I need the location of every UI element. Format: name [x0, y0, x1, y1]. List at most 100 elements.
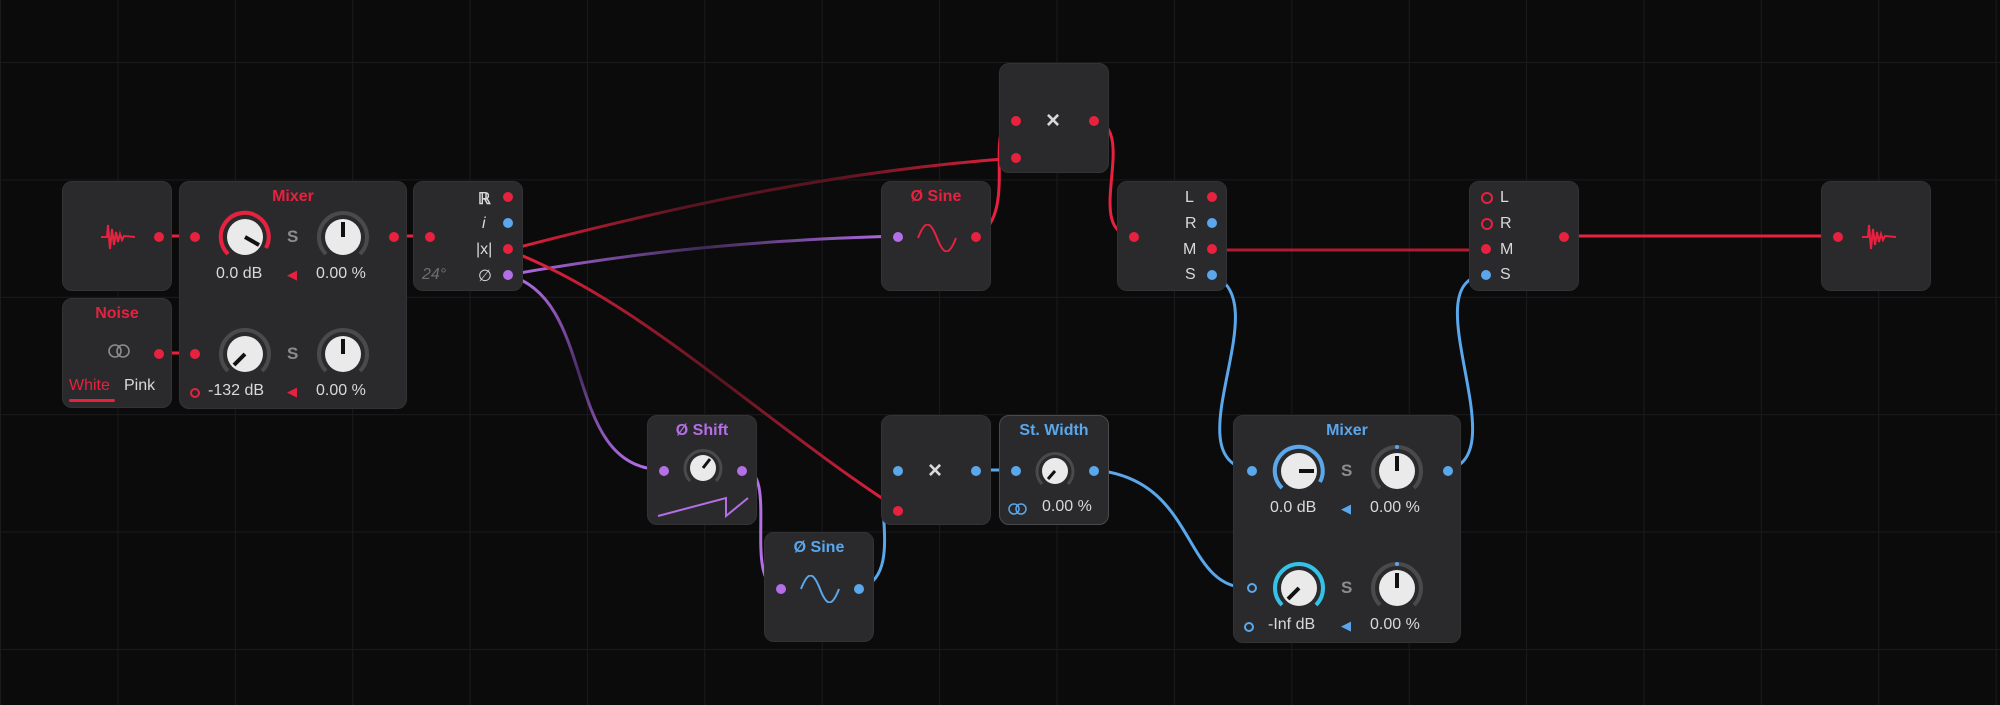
- audio-input-module[interactable]: [62, 181, 172, 291]
- complex-imag-port[interactable]: [503, 218, 513, 228]
- multiply-bottom-symbol: ×: [928, 457, 943, 484]
- mixer-top-ch1-gain-value: 0.0 dB: [216, 265, 263, 282]
- mixer-bottom-out-port[interactable]: [1443, 466, 1453, 476]
- complex-phase-label: ∅: [478, 268, 492, 285]
- mixer-top-ch2-gain-knob[interactable]: [216, 325, 274, 383]
- sine-top-in-port[interactable]: [893, 232, 903, 242]
- speaker-icon[interactable]: ◀: [287, 267, 297, 283]
- mixer-top-ch2-width-knob[interactable]: [314, 325, 372, 383]
- mixer-top-ch1-solo[interactable]: S: [287, 227, 298, 247]
- noise-white-option[interactable]: White: [69, 377, 110, 395]
- mixer-bottom-ch1-gain-value: 0.0 dB: [1270, 499, 1317, 516]
- phase-shift-out-port[interactable]: [737, 466, 747, 476]
- wire-phase-to-shift: [506, 273, 667, 472]
- sine-bottom-module[interactable]: Ø Sine: [764, 532, 874, 642]
- sine-top-module[interactable]: Ø Sine: [881, 181, 991, 291]
- lrms-right-m-port[interactable]: [1481, 244, 1491, 254]
- multiply-top-in2-port[interactable]: [1011, 153, 1021, 163]
- stereo-width-out-port[interactable]: [1089, 466, 1099, 476]
- audio-output-module[interactable]: [1821, 181, 1931, 291]
- mixer-bottom-ch1-gain-knob[interactable]: [1270, 442, 1328, 500]
- mixer-top-module[interactable]: Mixer S 0.0 dB ◀ 0.00 % S -132 dB ◀ 0.00…: [179, 181, 407, 409]
- multiply-bottom-out-port[interactable]: [971, 466, 981, 476]
- mixer-bottom-ch2-gain-knob[interactable]: [1270, 559, 1328, 617]
- lrms-right-l-label: L: [1500, 189, 1509, 206]
- stereo-width-module[interactable]: St. Width 0.00 %: [999, 415, 1109, 525]
- complex-phase-port[interactable]: [503, 270, 513, 280]
- stereo-width-in-port[interactable]: [1011, 466, 1021, 476]
- sine-wave-icon: [800, 575, 840, 603]
- sine-top-out-port[interactable]: [971, 232, 981, 242]
- complex-imag-label: i: [482, 215, 486, 232]
- mixer-bottom-ch2-mute-ring[interactable]: [1244, 622, 1254, 632]
- mixer-top-ch2-solo[interactable]: S: [287, 344, 298, 364]
- lrms-left-in-port[interactable]: [1129, 232, 1139, 242]
- phase-shift-knob[interactable]: [681, 446, 725, 490]
- sine-top-title: Ø Sine: [910, 188, 962, 205]
- sine-bottom-out-port[interactable]: [854, 584, 864, 594]
- sine-bottom-in-port[interactable]: [776, 584, 786, 594]
- lrms-right-s-label: S: [1500, 266, 1511, 283]
- mixer-top-ch1-gain-knob[interactable]: [216, 208, 274, 266]
- mixer-top-out-port[interactable]: [389, 232, 399, 242]
- mixer-top-ch1-width-knob[interactable]: [314, 208, 372, 266]
- multiply-bottom-module[interactable]: ×: [881, 415, 991, 525]
- multiply-bottom-in2-port[interactable]: [893, 506, 903, 516]
- multiply-top-symbol: ×: [1046, 107, 1061, 134]
- phase-shift-title: Ø Shift: [675, 422, 729, 439]
- noise-out-port[interactable]: [154, 349, 164, 359]
- mixer-bottom-module[interactable]: Mixer S 0.0 dB ◀ 0.00 % S -Inf dB ◀ 0.00…: [1233, 415, 1461, 643]
- phase-shift-module[interactable]: Ø Shift: [647, 415, 757, 525]
- mixer-bottom-ch2-solo[interactable]: S: [1341, 578, 1352, 598]
- lrms-left-l-port[interactable]: [1207, 192, 1217, 202]
- mixer-bottom-in2-port[interactable]: [1247, 583, 1257, 593]
- audio-input-waveform-icon: [101, 224, 136, 250]
- complex-abs-label: |x|: [476, 241, 493, 258]
- lrms-right-r-port[interactable]: [1481, 218, 1493, 230]
- mixer-bottom-ch2-width-knob[interactable]: [1368, 559, 1426, 617]
- mixer-bottom-ch1-solo[interactable]: S: [1341, 461, 1352, 481]
- lrms-left-r-label: R: [1185, 215, 1197, 232]
- complex-abs-port[interactable]: [503, 244, 513, 254]
- lrms-right-s-port[interactable]: [1481, 270, 1491, 280]
- complex-real-port[interactable]: [503, 192, 513, 202]
- mixer-bottom-ch1-width-knob[interactable]: [1368, 442, 1426, 500]
- audio-output-waveform-icon: [1862, 224, 1897, 250]
- mixer-top-in2-port[interactable]: [190, 349, 200, 359]
- complex-in-port[interactable]: [425, 232, 435, 242]
- lrms-left-r-port[interactable]: [1207, 218, 1217, 228]
- mixer-top-in1-port[interactable]: [190, 232, 200, 242]
- audio-output-in-port[interactable]: [1833, 232, 1843, 242]
- mixer-top-ch2-width-value: 0.00 %: [316, 382, 366, 399]
- multiply-top-in1-port[interactable]: [1011, 116, 1021, 126]
- lrms-left-s-label: S: [1185, 266, 1196, 283]
- lrms-right-out-port[interactable]: [1559, 232, 1569, 242]
- mixer-top-ch2-mute-ring[interactable]: [190, 388, 200, 398]
- speaker-icon[interactable]: ◀: [1341, 501, 1351, 517]
- sine-wave-icon: [917, 224, 957, 252]
- stereo-link-icon: [108, 344, 130, 358]
- multiply-bottom-in1-port[interactable]: [893, 466, 903, 476]
- speaker-icon[interactable]: ◀: [287, 384, 297, 400]
- mixer-bottom-in1-port[interactable]: [1247, 466, 1257, 476]
- complex-module[interactable]: ℝ i |x| 24° ∅: [413, 181, 523, 291]
- complex-real-label: ℝ: [478, 191, 491, 208]
- audio-input-out-port[interactable]: [154, 232, 164, 242]
- multiply-top-module[interactable]: ×: [999, 63, 1109, 173]
- phase-shift-in-port[interactable]: [659, 466, 669, 476]
- lrms-left-module[interactable]: L R M S: [1117, 181, 1227, 291]
- lrms-left-s-port[interactable]: [1207, 270, 1217, 280]
- sine-bottom-title: Ø Sine: [793, 539, 845, 556]
- noise-pink-option[interactable]: Pink: [124, 377, 155, 395]
- wire-phase-to-sine: [506, 234, 902, 277]
- stereo-link-icon: [1008, 503, 1027, 515]
- lrms-right-l-port[interactable]: [1481, 192, 1493, 204]
- speaker-icon[interactable]: ◀: [1341, 618, 1351, 634]
- lrms-right-module[interactable]: L R M S: [1469, 181, 1579, 291]
- stereo-width-knob[interactable]: [1033, 449, 1077, 493]
- lrms-left-l-label: L: [1185, 189, 1194, 206]
- lrms-left-m-port[interactable]: [1207, 244, 1217, 254]
- noise-module[interactable]: Noise White Pink: [62, 298, 172, 408]
- multiply-top-out-port[interactable]: [1089, 116, 1099, 126]
- stereo-width-title: St. Width: [1019, 422, 1089, 439]
